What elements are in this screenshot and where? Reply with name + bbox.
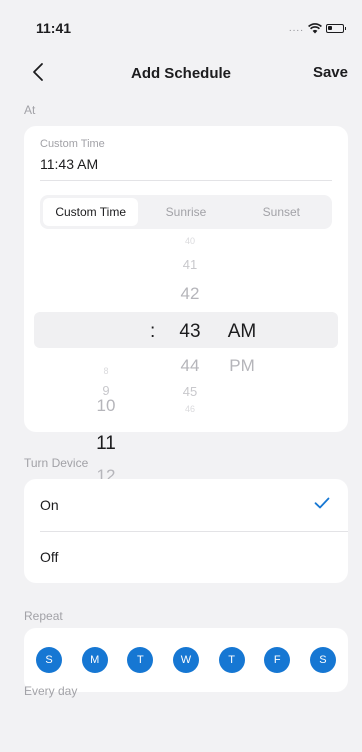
picker-colon: : bbox=[150, 321, 156, 342]
tab-sunrise[interactable]: Sunrise bbox=[138, 198, 233, 226]
time-type-segmented-control: Custom Time Sunrise Sunset bbox=[40, 195, 332, 229]
repeat-section-label: Repeat bbox=[24, 609, 63, 623]
day-monday[interactable]: M bbox=[81, 647, 108, 673]
weekday-selector: S M T W T F S bbox=[36, 647, 336, 673]
minute-option[interactable]: 46 bbox=[170, 404, 210, 414]
minute-option[interactable]: 44 bbox=[170, 356, 210, 376]
custom-time-caption: Custom Time bbox=[40, 138, 105, 150]
day-friday[interactable]: F bbox=[264, 647, 291, 673]
day-saturday[interactable]: S bbox=[309, 647, 336, 673]
status-bar: 11:41 .... bbox=[0, 0, 362, 56]
hour-option[interactable]: 10 bbox=[86, 396, 126, 416]
turn-device-card: On Off bbox=[24, 479, 348, 583]
minute-option[interactable]: 41 bbox=[170, 257, 210, 272]
period-option[interactable]: PM bbox=[222, 356, 262, 376]
day-tuesday[interactable]: T bbox=[127, 647, 154, 673]
turn-device-section-label: Turn Device bbox=[24, 456, 89, 470]
repeat-summary: Every day bbox=[24, 684, 78, 698]
option-on[interactable]: On bbox=[24, 479, 348, 531]
day-thursday[interactable]: T bbox=[218, 647, 245, 673]
day-sunday[interactable]: S bbox=[36, 647, 62, 673]
status-time: 11:41 bbox=[36, 20, 72, 36]
hour-selected[interactable]: 11 bbox=[86, 433, 126, 455]
tab-sunset[interactable]: Sunset bbox=[234, 198, 329, 226]
divider bbox=[40, 180, 332, 181]
day-wednesday[interactable]: W bbox=[172, 647, 199, 673]
signal-dots: .... bbox=[288, 22, 304, 34]
tab-custom-time[interactable]: Custom Time bbox=[43, 198, 139, 226]
wifi-icon bbox=[308, 22, 322, 33]
hour-option[interactable]: 8 bbox=[86, 366, 126, 376]
minute-selected[interactable]: 43 bbox=[170, 321, 210, 343]
status-icons: .... bbox=[288, 22, 346, 34]
option-on-label: On bbox=[40, 497, 59, 513]
minute-option[interactable]: 42 bbox=[170, 284, 210, 304]
back-button[interactable] bbox=[26, 58, 50, 86]
minute-option[interactable]: 40 bbox=[170, 236, 210, 246]
minute-option[interactable]: 45 bbox=[170, 384, 210, 399]
chevron-left-icon bbox=[33, 63, 43, 81]
nav-bar: Add Schedule Save bbox=[0, 56, 362, 90]
period-selected[interactable]: AM bbox=[222, 321, 262, 343]
checkmark-icon bbox=[314, 497, 330, 509]
option-off-label: Off bbox=[40, 549, 59, 565]
option-off[interactable]: Off bbox=[24, 531, 348, 583]
time-picker[interactable]: 8 9 10 11 12 : 40 41 42 43 44 45 46 AM P… bbox=[24, 236, 348, 485]
page-title: Add Schedule bbox=[130, 64, 231, 82]
custom-time-value: 11:43 AM bbox=[40, 156, 99, 172]
repeat-card: S M T W T F S bbox=[24, 628, 348, 692]
at-section-label: At bbox=[24, 103, 36, 117]
battery-icon bbox=[326, 23, 346, 33]
time-card: Custom Time 11:43 AM Custom Time Sunrise… bbox=[24, 126, 348, 485]
save-button[interactable]: Save bbox=[313, 64, 348, 81]
